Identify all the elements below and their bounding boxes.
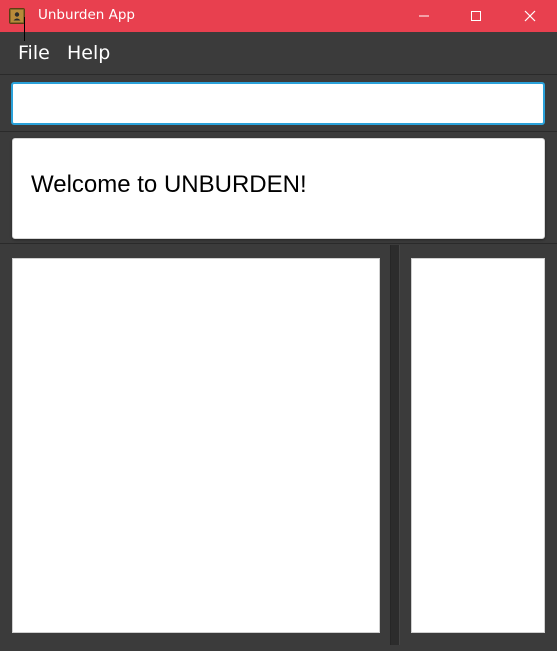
result-display-area: Welcome to UNBURDEN! [0, 131, 557, 244]
result-message: Welcome to UNBURDEN! [31, 171, 307, 198]
command-input[interactable] [11, 82, 545, 125]
window-title: Unburden App [38, 7, 135, 23]
menu-help[interactable]: Help [67, 42, 110, 64]
close-button[interactable] [507, 0, 553, 32]
minimize-button[interactable] [401, 0, 447, 32]
side-list-panel[interactable] [411, 258, 545, 633]
result-display: Welcome to UNBURDEN! [12, 138, 545, 239]
text-caret [24, 17, 25, 41]
menu-bar: File Help [0, 32, 557, 74]
command-box-area [0, 74, 557, 130]
list-panels-area [0, 245, 557, 651]
close-icon [524, 10, 536, 22]
main-list-panel[interactable] [12, 258, 380, 633]
split-pane-divider[interactable] [390, 245, 400, 645]
title-bar: Unburden App [0, 0, 557, 32]
minimize-icon [419, 15, 429, 17]
maximize-icon [471, 11, 481, 21]
contact-book-icon [9, 8, 25, 24]
menu-file[interactable]: File [18, 42, 50, 64]
maximize-button[interactable] [453, 0, 499, 32]
